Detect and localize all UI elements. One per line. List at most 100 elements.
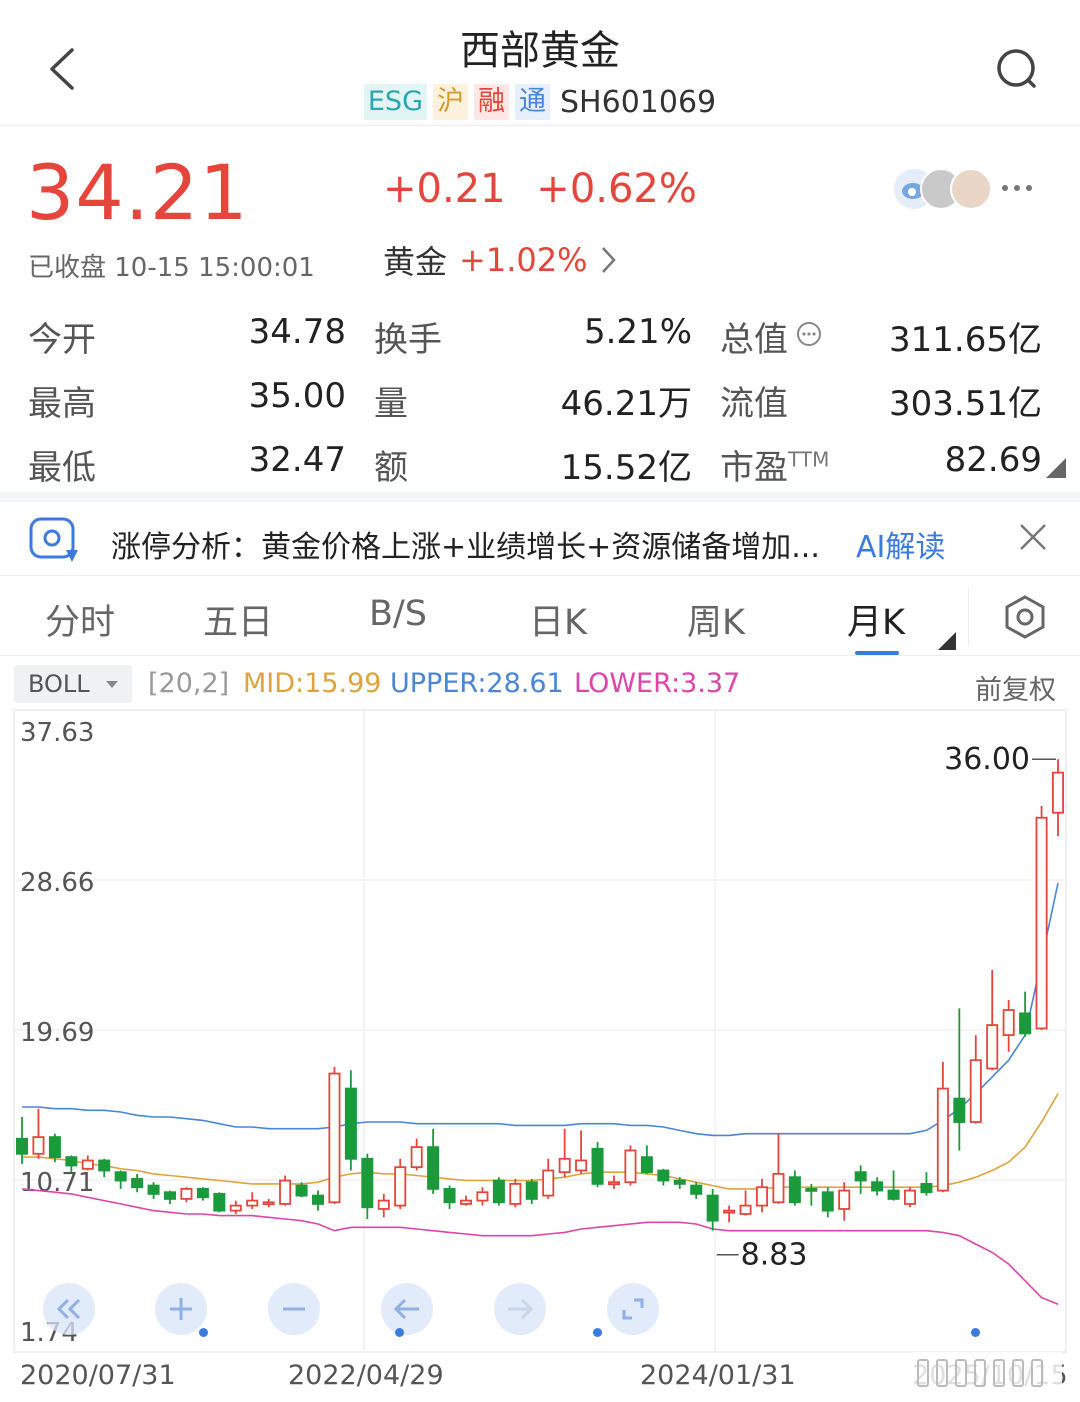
fast-back-button[interactable] [43,1283,95,1335]
candle-down [525,1181,538,1200]
candle-up [936,1087,949,1192]
candle-down [48,1136,61,1159]
boll-lower-value: LOWER:3.37 [574,668,741,699]
pe-label: 市盈TTM [720,440,829,489]
float-value: 303.51亿 [889,384,1042,424]
tab-buy-sell[interactable]: B/S [328,594,468,634]
low-label: 最低 [28,448,96,488]
candle-up [608,1181,620,1186]
candle-up [558,1157,571,1174]
connect-badge: 通 [515,84,550,120]
search-icon[interactable] [994,46,1042,94]
candle-up [756,1186,768,1207]
candle-down [492,1179,505,1204]
x-tick-label: 2022/04/29 [288,1360,444,1391]
candle-up [1035,816,1048,1030]
pe-label-text: 市盈 [720,448,788,488]
candle-up [394,1166,407,1207]
candle-down [295,1184,308,1197]
open-value: 34.78 [248,312,346,352]
double-chevron-left-icon [56,1298,81,1320]
y-tick-label: 19.69 [20,1018,94,1048]
indicator-dot [971,1328,980,1337]
plot-border [13,709,1067,1353]
float-label: 流值 [720,384,788,424]
candle-down [887,1189,900,1200]
candle-up [180,1187,193,1200]
tab-intraday[interactable]: 分时 [10,594,150,645]
tab-five-day[interactable]: 五日 [168,594,308,645]
zoom-in-button[interactable] [155,1283,207,1335]
candle-down [361,1157,374,1209]
candle-down [114,1171,127,1182]
boll-bands [21,882,1059,1305]
candle-down [427,1146,440,1190]
indicator-params: [20,2] [148,668,230,699]
sector-change: +1.02% [459,241,588,279]
avatar[interactable] [950,168,992,210]
amount-value: 15.52亿 [560,448,692,488]
move-left-button[interactable] [381,1283,433,1335]
page-title: 西部黄金 [460,28,620,74]
candle-up [81,1159,94,1170]
tab-more-corner-icon[interactable] [938,632,956,650]
watermark-logo [912,1352,1062,1392]
boll-upper-value: UPPER:28.61 [390,668,564,699]
move-right-button[interactable] [494,1283,546,1335]
max-price-label: 36.00 [944,742,1030,777]
candle-down [312,1194,324,1205]
ai-read-link[interactable]: AI解读 [856,522,945,566]
volume-value: 46.21万 [560,384,692,424]
candle-down [821,1191,834,1212]
close-icon[interactable] [1018,522,1048,552]
zoom-out-button[interactable] [268,1283,320,1335]
stock-subline: ESG 沪 融 通 SH601069 [0,84,1080,120]
candle-down [98,1159,111,1172]
candle-down [657,1169,670,1182]
candle-down [706,1194,719,1222]
candle-down [147,1184,160,1195]
candle-up [969,1059,982,1123]
tab-daily-k[interactable]: 日K [488,594,628,645]
candle-up [575,1159,588,1172]
info-icon[interactable] [795,320,823,348]
sh-badge: 沪 [433,84,468,120]
candle-up [328,1072,341,1204]
candles [16,759,1064,1231]
tab-monthly-k[interactable]: 月K [806,594,946,645]
candle-up [739,1204,752,1215]
chart-grid [13,709,1067,1353]
candle-up [723,1209,736,1214]
settings-icon[interactable] [1002,594,1048,640]
plus-icon [170,1298,192,1320]
tab-weekly-k[interactable]: 周K [646,594,786,645]
chevron-right-icon [602,247,617,273]
candle-down [591,1147,604,1185]
high-label: 最高 [28,384,96,424]
candle-down [640,1156,653,1174]
ai-analysis-bar[interactable]: 涨停分析：黄金价格上涨+业绩增长+资源储备增加... AI解读 [0,492,1080,576]
esg-badge[interactable]: ESG [363,84,427,120]
sector-name: 黄金 [383,243,448,281]
fullscreen-button[interactable] [607,1283,659,1335]
volume-label: 量 [374,384,408,424]
change-percent: +0.62% [536,166,697,212]
more-icon[interactable] [1000,180,1034,196]
candle-down [805,1187,818,1192]
candle-down [788,1176,801,1204]
candle-down [690,1184,703,1195]
candle-up [986,1024,999,1070]
expand-corner-icon[interactable] [1046,458,1066,478]
candle-up [509,1182,522,1205]
candle-up [838,1189,851,1210]
sector-link[interactable]: 黄金 +1.02% [383,237,617,283]
candle-up [229,1204,242,1212]
indicator-select[interactable]: BOLL [14,665,132,703]
candle-up [410,1146,423,1169]
candle-down [953,1097,966,1123]
price-change: +0.21 +0.62% [383,166,697,212]
y-axis-labels: 37.6328.6619.6910.711.74 [20,718,94,1348]
y-tick-label: 37.63 [20,718,94,748]
boll-mid-value: MID:15.99 [243,668,382,699]
x-axis-labels: 2020/07/312022/04/292024/01/312025/10/15 [20,1352,1068,1392]
